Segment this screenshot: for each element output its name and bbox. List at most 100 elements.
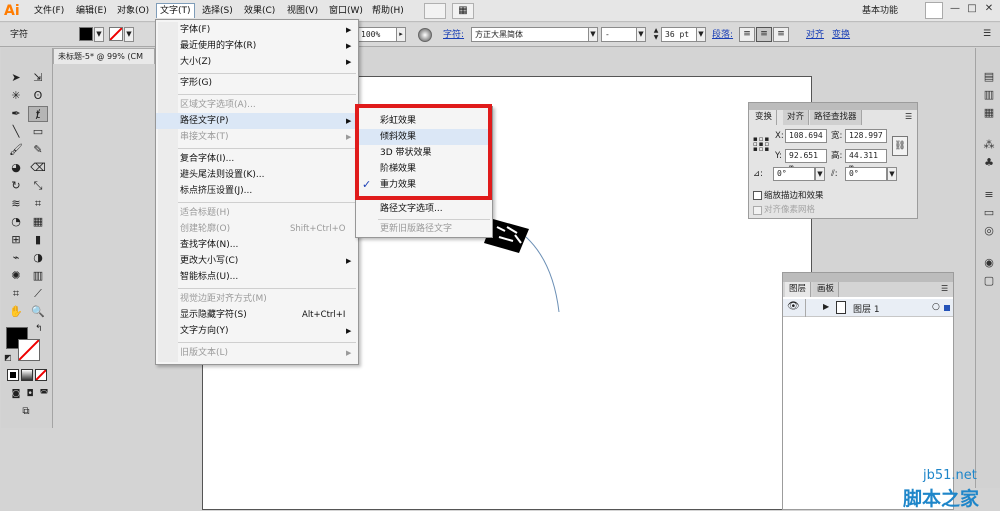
symbol-sprayer-icon[interactable]: ✺ (6, 268, 26, 284)
constrain-proportions-button[interactable]: ⛓ (892, 136, 908, 156)
maximize-button[interactable]: □ (963, 2, 981, 18)
menu-item-smart-punctuation[interactable]: 智能标点(U)... (156, 269, 358, 285)
blend-tool-icon[interactable]: ◑ (28, 250, 48, 266)
font-style-field[interactable]: - (601, 27, 637, 42)
menu-view[interactable]: 视图(V) (284, 4, 321, 19)
workspace-switcher[interactable]: 基本功能 (862, 4, 922, 19)
graphic-styles-icon[interactable]: ▢ (981, 274, 997, 288)
y-field[interactable]: 92.651 m (785, 149, 827, 172)
default-colors-icon[interactable]: ◩ (4, 353, 12, 362)
menu-item-size[interactable]: 大小(Z) ▶ (156, 54, 358, 70)
align-right-button[interactable]: ≡ (773, 27, 789, 42)
panel-header[interactable] (783, 273, 953, 282)
menu-select[interactable]: 选择(S) (199, 4, 236, 19)
color-panel-icon[interactable]: ▤ (981, 70, 997, 84)
slice-tool-icon[interactable]: ⟋ (28, 286, 48, 302)
line-tool-icon[interactable]: ╲ (6, 124, 26, 140)
pen-tool-icon[interactable]: ✒ (6, 106, 26, 122)
font-family-dropdown[interactable]: ▼ (588, 27, 598, 42)
menu-help[interactable]: 帮助(H) (369, 4, 407, 19)
transform-panel-link[interactable]: 变换 (832, 28, 850, 42)
recolor-icon[interactable] (418, 28, 432, 42)
gradient-tool-icon[interactable]: ▮ (28, 232, 48, 248)
panel-header[interactable] (749, 103, 917, 110)
menu-item-type-orientation[interactable]: 文字方向(Y) ▶ (156, 323, 358, 339)
opacity-field[interactable]: 100% (357, 27, 397, 42)
type-on-path-tool-icon[interactable]: ⱦ (28, 106, 48, 122)
menu-file[interactable]: 文件(F) (31, 4, 67, 19)
fill-swatch[interactable] (79, 27, 93, 41)
menu-window[interactable]: 窗口(W) (326, 4, 366, 19)
pencil-tool-icon[interactable]: ✎ (28, 142, 48, 158)
panel-menu-icon[interactable]: ☰ (941, 284, 948, 293)
color-mode-button[interactable] (7, 369, 19, 381)
hand-tool-icon[interactable]: ✋ (6, 304, 26, 320)
menu-item-change-case[interactable]: 更改大小写(C) ▶ (156, 253, 358, 269)
opacity-dropdown[interactable]: ▸ (396, 27, 406, 42)
swap-colors-icon[interactable]: ↰ (35, 324, 43, 334)
tab-pathfinder[interactable]: 路径查找器 (810, 110, 862, 125)
font-family-field[interactable]: 方正大黑简体 (471, 27, 589, 42)
document-tab[interactable]: 未标题-5* @ 99% (CM (53, 48, 155, 64)
rotate-dropdown[interactable]: ▼ (815, 167, 825, 181)
tab-transform[interactable]: 变换 (751, 110, 778, 125)
rotate-field[interactable]: 0° (773, 167, 815, 181)
menu-object[interactable]: 对象(O) (114, 4, 152, 19)
rotate-tool-icon[interactable]: ↻ (6, 178, 26, 194)
lasso-tool-icon[interactable]: ʘ (28, 88, 48, 104)
warp-tool-icon[interactable]: ≋ (6, 196, 26, 212)
transparency-icon[interactable]: ◎ (981, 224, 997, 238)
appearance-icon[interactable]: ◉ (981, 256, 997, 270)
bridge-button[interactable] (424, 3, 446, 19)
none-mode-button[interactable] (35, 369, 47, 381)
selection-indicator[interactable] (944, 305, 950, 311)
align-panel-link[interactable]: 对齐 (806, 28, 824, 42)
scale-strokes-checkbox[interactable] (753, 191, 762, 200)
scale-tool-icon[interactable]: ⤡ (28, 178, 48, 194)
text-path-curve[interactable] (525, 236, 560, 313)
layer-row[interactable]: 👁 ▶ 图层 1 ○ (783, 299, 953, 317)
free-transform-icon[interactable]: ⌗ (28, 196, 48, 212)
selection-tool-icon[interactable]: ➤ (6, 70, 26, 86)
search-help-field[interactable] (925, 2, 943, 19)
x-field[interactable]: 108.694 (785, 129, 827, 143)
zoom-tool-icon[interactable]: 🔍 (28, 304, 48, 320)
graph-tool-icon[interactable]: ▥ (28, 268, 48, 284)
mesh-tool-icon[interactable]: ⊞ (6, 232, 26, 248)
tab-artboards[interactable]: 画板 (813, 282, 840, 297)
font-size-field[interactable]: 36 pt (661, 27, 697, 42)
minimize-button[interactable]: — (946, 2, 964, 18)
menu-item-path-type-options[interactable]: 路径文字选项... (356, 201, 492, 217)
menu-item-glyphs[interactable]: 字形(G) (156, 75, 358, 91)
height-field[interactable]: 44.311 m (845, 149, 887, 172)
screen-mode-icon[interactable]: ⧉ (16, 404, 36, 420)
font-size-dropdown[interactable]: ▼ (696, 27, 706, 42)
stroke-panel-icon[interactable]: ≡ (981, 188, 997, 202)
menu-item-mojikumi-settings[interactable]: 标点挤压设置(J)... (156, 183, 358, 199)
character-panel-link[interactable]: 字符: (443, 28, 464, 42)
artboard-tool-icon[interactable]: ⌗ (6, 286, 26, 302)
font-size-stepper[interactable]: ▲ ▼ (652, 27, 660, 42)
stroke-swatch[interactable] (109, 27, 123, 41)
panel-menu-icon[interactable]: ☰ (983, 29, 991, 39)
reference-point-icon[interactable]: ▪▫▪ ▫▪▫ ▪▫▪ (753, 136, 769, 153)
close-button[interactable]: ✕ (980, 2, 998, 18)
magic-wand-icon[interactable]: ✳ (6, 88, 26, 104)
rectangle-tool-icon[interactable]: ▭ (28, 124, 48, 140)
stroke-dropdown[interactable]: ▼ (124, 27, 134, 42)
menu-item-composite-fonts[interactable]: 复合字体(I)... (156, 151, 358, 167)
menu-item-show-hidden-characters[interactable]: 显示隐藏字符(S) Alt+Ctrl+I (156, 307, 358, 323)
perspective-grid-icon[interactable]: ▦ (28, 214, 48, 230)
gradient-panel-icon[interactable]: ▭ (981, 206, 997, 220)
panel-menu-icon[interactable]: ☰ (905, 112, 912, 121)
align-left-button[interactable]: ≡ (739, 27, 755, 42)
align-center-button[interactable]: ≡ (756, 27, 772, 42)
tab-align[interactable]: 对齐 (783, 110, 810, 125)
target-icon[interactable]: ○ (932, 302, 940, 312)
menu-effect[interactable]: 效果(C) (241, 4, 278, 19)
menu-item-find-font[interactable]: 查找字体(N)... (156, 237, 358, 253)
color-guide-icon[interactable]: ▥ (981, 88, 997, 102)
stroke-color-swatch[interactable] (18, 339, 40, 361)
tab-layers[interactable]: 图层 (785, 282, 812, 297)
shear-dropdown[interactable]: ▼ (887, 167, 897, 181)
